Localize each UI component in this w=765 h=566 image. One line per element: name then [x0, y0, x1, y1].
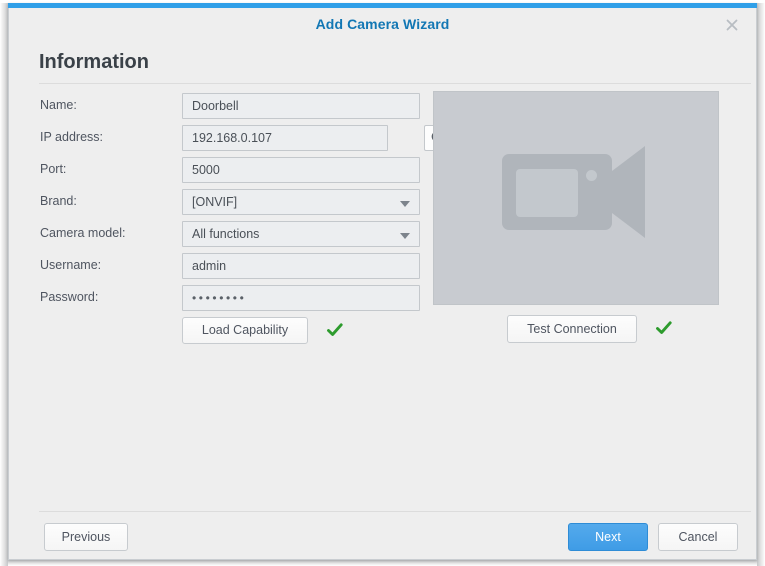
field-label-username: Username: [40, 258, 102, 272]
ip-address-input[interactable]: 192.168.0.107 [182, 125, 388, 151]
previous-button[interactable]: Previous [44, 523, 128, 551]
camera-icon-screen [516, 169, 578, 217]
page-title: Information [39, 51, 149, 73]
brand-select[interactable]: [ONVIF] [182, 189, 420, 215]
dialog-title-bar: Add Camera Wizard [9, 8, 756, 40]
camera-icon-lens [611, 146, 645, 238]
camera-preview-pane [433, 91, 719, 305]
field-label-password: Password: [40, 290, 99, 304]
field-label-name: Name: [40, 98, 77, 112]
heading-divider [39, 83, 751, 84]
dialog-title: Add Camera Wizard [315, 16, 450, 32]
field-label-port: Port: [40, 162, 67, 176]
camera-model-select[interactable]: All functions [182, 221, 420, 247]
password-input[interactable]: •••••••• [182, 285, 420, 311]
close-icon[interactable] [721, 14, 743, 36]
name-input[interactable]: Doorbell [182, 93, 420, 119]
window-right-edge [757, 3, 765, 566]
test-connection-check-icon [655, 319, 673, 337]
chevron-down-icon [400, 201, 410, 207]
port-input[interactable]: 5000 [182, 157, 420, 183]
field-label-camera-model: Camera model: [40, 226, 126, 240]
add-camera-wizard-dialog: Add Camera Wizard Information Name: Door… [8, 3, 757, 560]
window-accent-bar [8, 3, 757, 8]
next-button[interactable]: Next [568, 523, 648, 551]
load-capability-check-icon [326, 321, 344, 339]
test-connection-button[interactable]: Test Connection [507, 315, 637, 343]
username-input[interactable]: admin [182, 253, 420, 279]
field-label-brand: Brand: [40, 194, 77, 208]
window-bottom-edge [8, 560, 757, 566]
field-label-ip-address: IP address: [40, 130, 104, 144]
chevron-down-icon [400, 233, 410, 239]
camera-model-select-value: All functions [192, 227, 260, 241]
brand-select-value: [ONVIF] [192, 195, 238, 209]
window-left-edge [0, 3, 8, 566]
footer-divider [39, 511, 751, 512]
load-capability-button[interactable]: Load Capability [182, 317, 308, 344]
cancel-button[interactable]: Cancel [658, 523, 738, 551]
camera-icon-dot [586, 170, 597, 181]
